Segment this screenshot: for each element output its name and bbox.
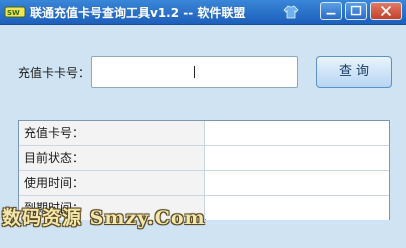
table-row: 使用时间： bbox=[19, 171, 389, 196]
shirt-icon[interactable] bbox=[283, 4, 299, 20]
maximize-icon bbox=[350, 5, 362, 16]
app-logo-icon: SW bbox=[4, 6, 26, 18]
row-value[interactable] bbox=[206, 171, 389, 195]
svg-text:SW: SW bbox=[7, 9, 20, 17]
table-row: 目前状态： bbox=[19, 146, 389, 171]
row-value[interactable] bbox=[206, 196, 389, 220]
query-button[interactable]: 查询 bbox=[316, 56, 392, 88]
minimize-button[interactable] bbox=[320, 2, 342, 20]
row-value[interactable] bbox=[206, 146, 389, 170]
minimize-icon bbox=[326, 12, 336, 15]
close-button[interactable] bbox=[370, 2, 402, 20]
close-icon bbox=[380, 5, 392, 17]
card-number-label: 充值卡卡号： bbox=[18, 66, 91, 80]
window-title: 联通充值卡号查询工具v1.2 -- 软件联盟 bbox=[30, 6, 246, 20]
row-label: 使用时间： bbox=[19, 171, 205, 195]
title-bar[interactable]: SW 联通充值卡号查询工具v1.2 -- 软件联盟 bbox=[0, 0, 406, 25]
row-value[interactable] bbox=[206, 121, 389, 145]
maximize-button[interactable] bbox=[345, 2, 367, 20]
row-label: 目前状态： bbox=[19, 146, 205, 170]
table-row: 充值卡号： bbox=[19, 121, 389, 146]
watermark-text: 数码资源 Smzy.Com bbox=[2, 207, 206, 229]
text-caret bbox=[194, 66, 195, 78]
row-label: 充值卡号： bbox=[19, 121, 205, 145]
app-window: SW 联通充值卡号查询工具v1.2 -- 软件联盟 充值卡卡号： 查询 充值卡号… bbox=[0, 0, 406, 248]
